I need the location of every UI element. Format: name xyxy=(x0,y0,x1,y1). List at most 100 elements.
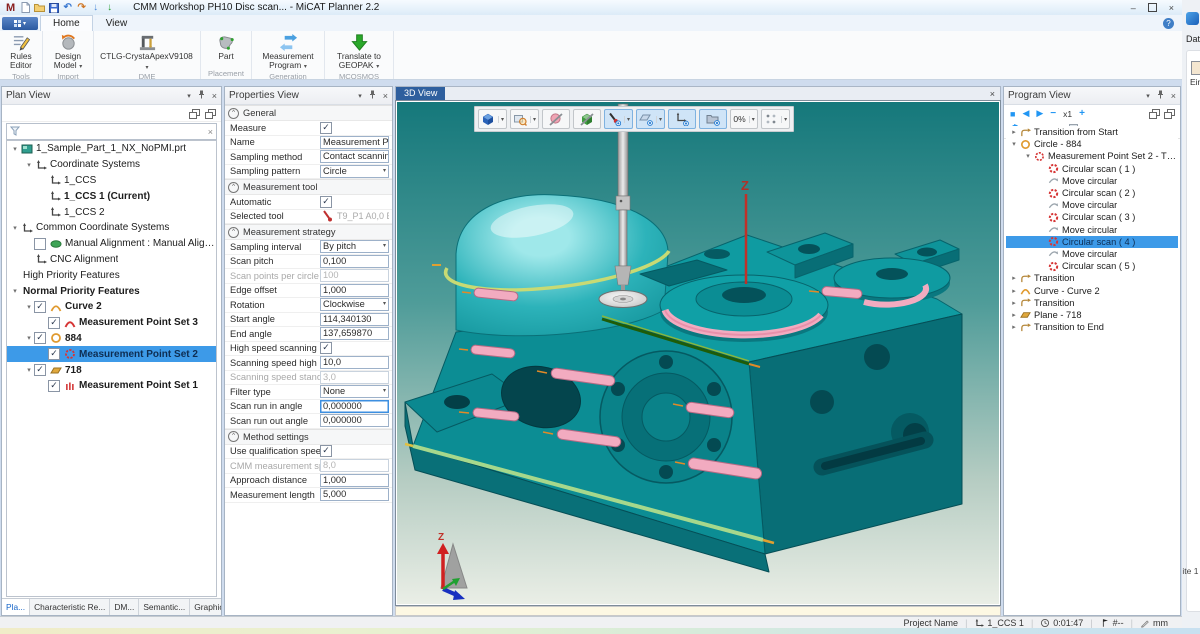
collapse-chevron-icon[interactable]: ^ xyxy=(228,227,239,238)
plan-node[interactable]: ✓Measurement Point Set 2 xyxy=(7,346,216,362)
plan-bottom-tab[interactable]: Pla... xyxy=(2,599,30,615)
close-panel-icon[interactable]: × xyxy=(1171,91,1176,101)
expander-icon[interactable]: ▾ xyxy=(24,334,34,342)
close-panel-icon[interactable]: × xyxy=(212,91,217,101)
plan-bottom-tab[interactable]: DM... xyxy=(110,599,139,615)
chevron-down-icon[interactable]: ▾ xyxy=(383,299,386,310)
program-step[interactable]: ▾Circle - 884 xyxy=(1006,138,1178,150)
design-model-button[interactable]: Design Model ▾ xyxy=(46,32,90,72)
restore-button[interactable] xyxy=(1148,3,1157,12)
close-button[interactable]: × xyxy=(1169,3,1174,13)
section-header[interactable]: ^General xyxy=(225,105,392,121)
property-input[interactable]: 10,0 xyxy=(320,356,389,369)
open-file-icon[interactable] xyxy=(34,2,45,13)
rules-editor-button[interactable]: Rules Editor xyxy=(3,32,39,72)
show-csys-button[interactable] xyxy=(668,109,696,129)
property-input[interactable]: Measurement Point Set 2 xyxy=(320,136,389,149)
show-plane-button[interactable]: ▾ xyxy=(636,109,665,129)
pin-icon[interactable] xyxy=(198,90,205,102)
minimize-button[interactable]: – xyxy=(1131,3,1136,13)
undo-icon[interactable]: ↶ xyxy=(62,2,73,13)
checkbox[interactable]: ✓ xyxy=(48,317,60,329)
expander-icon[interactable]: ▾ xyxy=(10,145,20,153)
plan-node[interactable]: ▾✓884 xyxy=(7,331,216,347)
checkbox[interactable]: ✓ xyxy=(48,380,60,392)
save-icon[interactable] xyxy=(48,2,59,13)
program-step[interactable]: ▸Curve - Curve 2 xyxy=(1006,284,1178,296)
expander-icon[interactable]: ▸ xyxy=(1009,311,1019,319)
chevron-down-icon[interactable]: ▾ xyxy=(530,116,536,123)
program-step[interactable]: Circular scan ( 4 ) xyxy=(1006,236,1178,248)
transparency-button[interactable]: 0%▾ xyxy=(730,109,758,129)
new-file-icon[interactable] xyxy=(20,2,31,13)
property-dropdown[interactable]: Circle▾ xyxy=(320,165,389,178)
checkbox[interactable] xyxy=(34,238,46,250)
program-step[interactable]: ▸Transition from Start xyxy=(1006,126,1178,138)
program-step[interactable]: Move circular xyxy=(1006,175,1178,187)
checkbox[interactable]: ✓ xyxy=(34,364,46,376)
program-step[interactable]: Circular scan ( 5 ) xyxy=(1006,260,1178,272)
property-dropdown[interactable]: Clockwise▾ xyxy=(320,298,389,311)
status-item[interactable]: Project Name xyxy=(904,618,959,628)
status-item[interactable]: mm xyxy=(1140,618,1168,628)
view-cube-button[interactable]: ▾ xyxy=(478,109,507,129)
property-input[interactable]: 0,000000 xyxy=(320,400,389,413)
play-button[interactable]: ▶ xyxy=(1036,108,1043,119)
expander-icon[interactable]: ▾ xyxy=(24,366,34,374)
expand-all-icon[interactable] xyxy=(189,109,199,118)
plan-bottom-tab[interactable]: Characteristic Re... xyxy=(30,599,110,615)
expand-all-icon[interactable] xyxy=(1149,109,1159,118)
ribbon-tab-view[interactable]: View xyxy=(93,15,141,31)
measurement-program-button[interactable]: Measurement Program ▾ xyxy=(255,32,321,72)
expander-icon[interactable]: ▾ xyxy=(24,303,34,311)
cmm-machine-button[interactable]: CTLG-CrystaApexV9108 ▾ xyxy=(97,32,197,72)
program-step[interactable]: ▸Plane - 718 xyxy=(1006,309,1178,321)
property-dropdown[interactable]: Contact scanning▾ xyxy=(320,150,389,163)
plan-node[interactable]: ▾Normal Priority Features xyxy=(7,283,216,299)
expander-icon[interactable]: ▾ xyxy=(24,161,34,169)
program-step[interactable]: ▸Transition to End xyxy=(1006,321,1178,333)
selected-tool-value[interactable]: T9_P1 A0,0 B0 xyxy=(320,210,389,222)
pin-icon[interactable] xyxy=(369,90,376,102)
points-display-button[interactable]: ▾ xyxy=(761,109,790,129)
property-input[interactable]: 3,0 xyxy=(320,371,389,384)
show-paths-button[interactable] xyxy=(699,109,727,129)
collapse-chevron-icon[interactable]: ^ xyxy=(228,182,239,193)
help-icon[interactable]: ? xyxy=(1163,18,1174,29)
plan-filter-box[interactable]: × xyxy=(6,123,217,140)
expander-icon[interactable]: ▾ xyxy=(1009,140,1019,148)
clear-filter-icon[interactable]: × xyxy=(208,127,213,137)
plan-node[interactable]: 1_CCS xyxy=(7,173,216,189)
panel-menu-icon[interactable]: ▾ xyxy=(187,92,191,100)
export-arrow-icon[interactable]: ↓ xyxy=(104,2,115,13)
property-input[interactable]: 100 xyxy=(320,269,389,282)
property-input[interactable]: 114,340130 xyxy=(320,313,389,326)
plan-bottom-tab[interactable]: Semantic... xyxy=(139,599,190,615)
chevron-down-icon[interactable]: ▾ xyxy=(656,116,662,123)
plan-node[interactable]: ▾✓Curve 2 xyxy=(7,299,216,315)
property-dropdown[interactable]: None▾ xyxy=(320,385,389,398)
property-input[interactable]: 8,0 xyxy=(320,459,389,472)
program-step[interactable]: ▾Measurement Point Set 2 - T9_P1 xyxy=(1006,150,1178,162)
plan-node[interactable]: ▾✓718 xyxy=(7,362,216,378)
checkbox[interactable]: ✓ xyxy=(34,332,46,344)
chevron-down-icon[interactable]: ▾ xyxy=(383,166,386,177)
chevron-down-icon[interactable]: ▾ xyxy=(624,116,630,123)
step-back-button[interactable]: ◀ xyxy=(1022,108,1029,119)
redo-icon[interactable]: ↷ xyxy=(76,2,87,13)
import-arrow-icon[interactable]: ↓ xyxy=(90,2,101,13)
collapse-chevron-icon[interactable]: ^ xyxy=(228,431,239,442)
expander-icon[interactable]: ▸ xyxy=(1009,128,1019,136)
section-header[interactable]: ^Measurement tool xyxy=(225,179,392,195)
expander-icon[interactable]: ▸ xyxy=(1009,274,1019,282)
plan-node[interactable]: ✓Measurement Point Set 3 xyxy=(7,315,216,331)
expander-icon[interactable]: ▾ xyxy=(1023,152,1033,160)
stop-button[interactable]: ■ xyxy=(1010,109,1015,119)
chevron-down-icon[interactable]: ▾ xyxy=(781,116,787,123)
property-checkbox[interactable]: ✓ xyxy=(320,445,332,457)
3d-viewport[interactable]: Z Z ▾▾▾ xyxy=(395,100,1001,606)
ribbon-tab-home[interactable]: Home xyxy=(40,15,93,31)
property-checkbox[interactable]: ✓ xyxy=(320,122,332,134)
panel-menu-icon[interactable]: ▾ xyxy=(1146,92,1150,100)
program-step[interactable]: Circular scan ( 1 ) xyxy=(1006,163,1178,175)
